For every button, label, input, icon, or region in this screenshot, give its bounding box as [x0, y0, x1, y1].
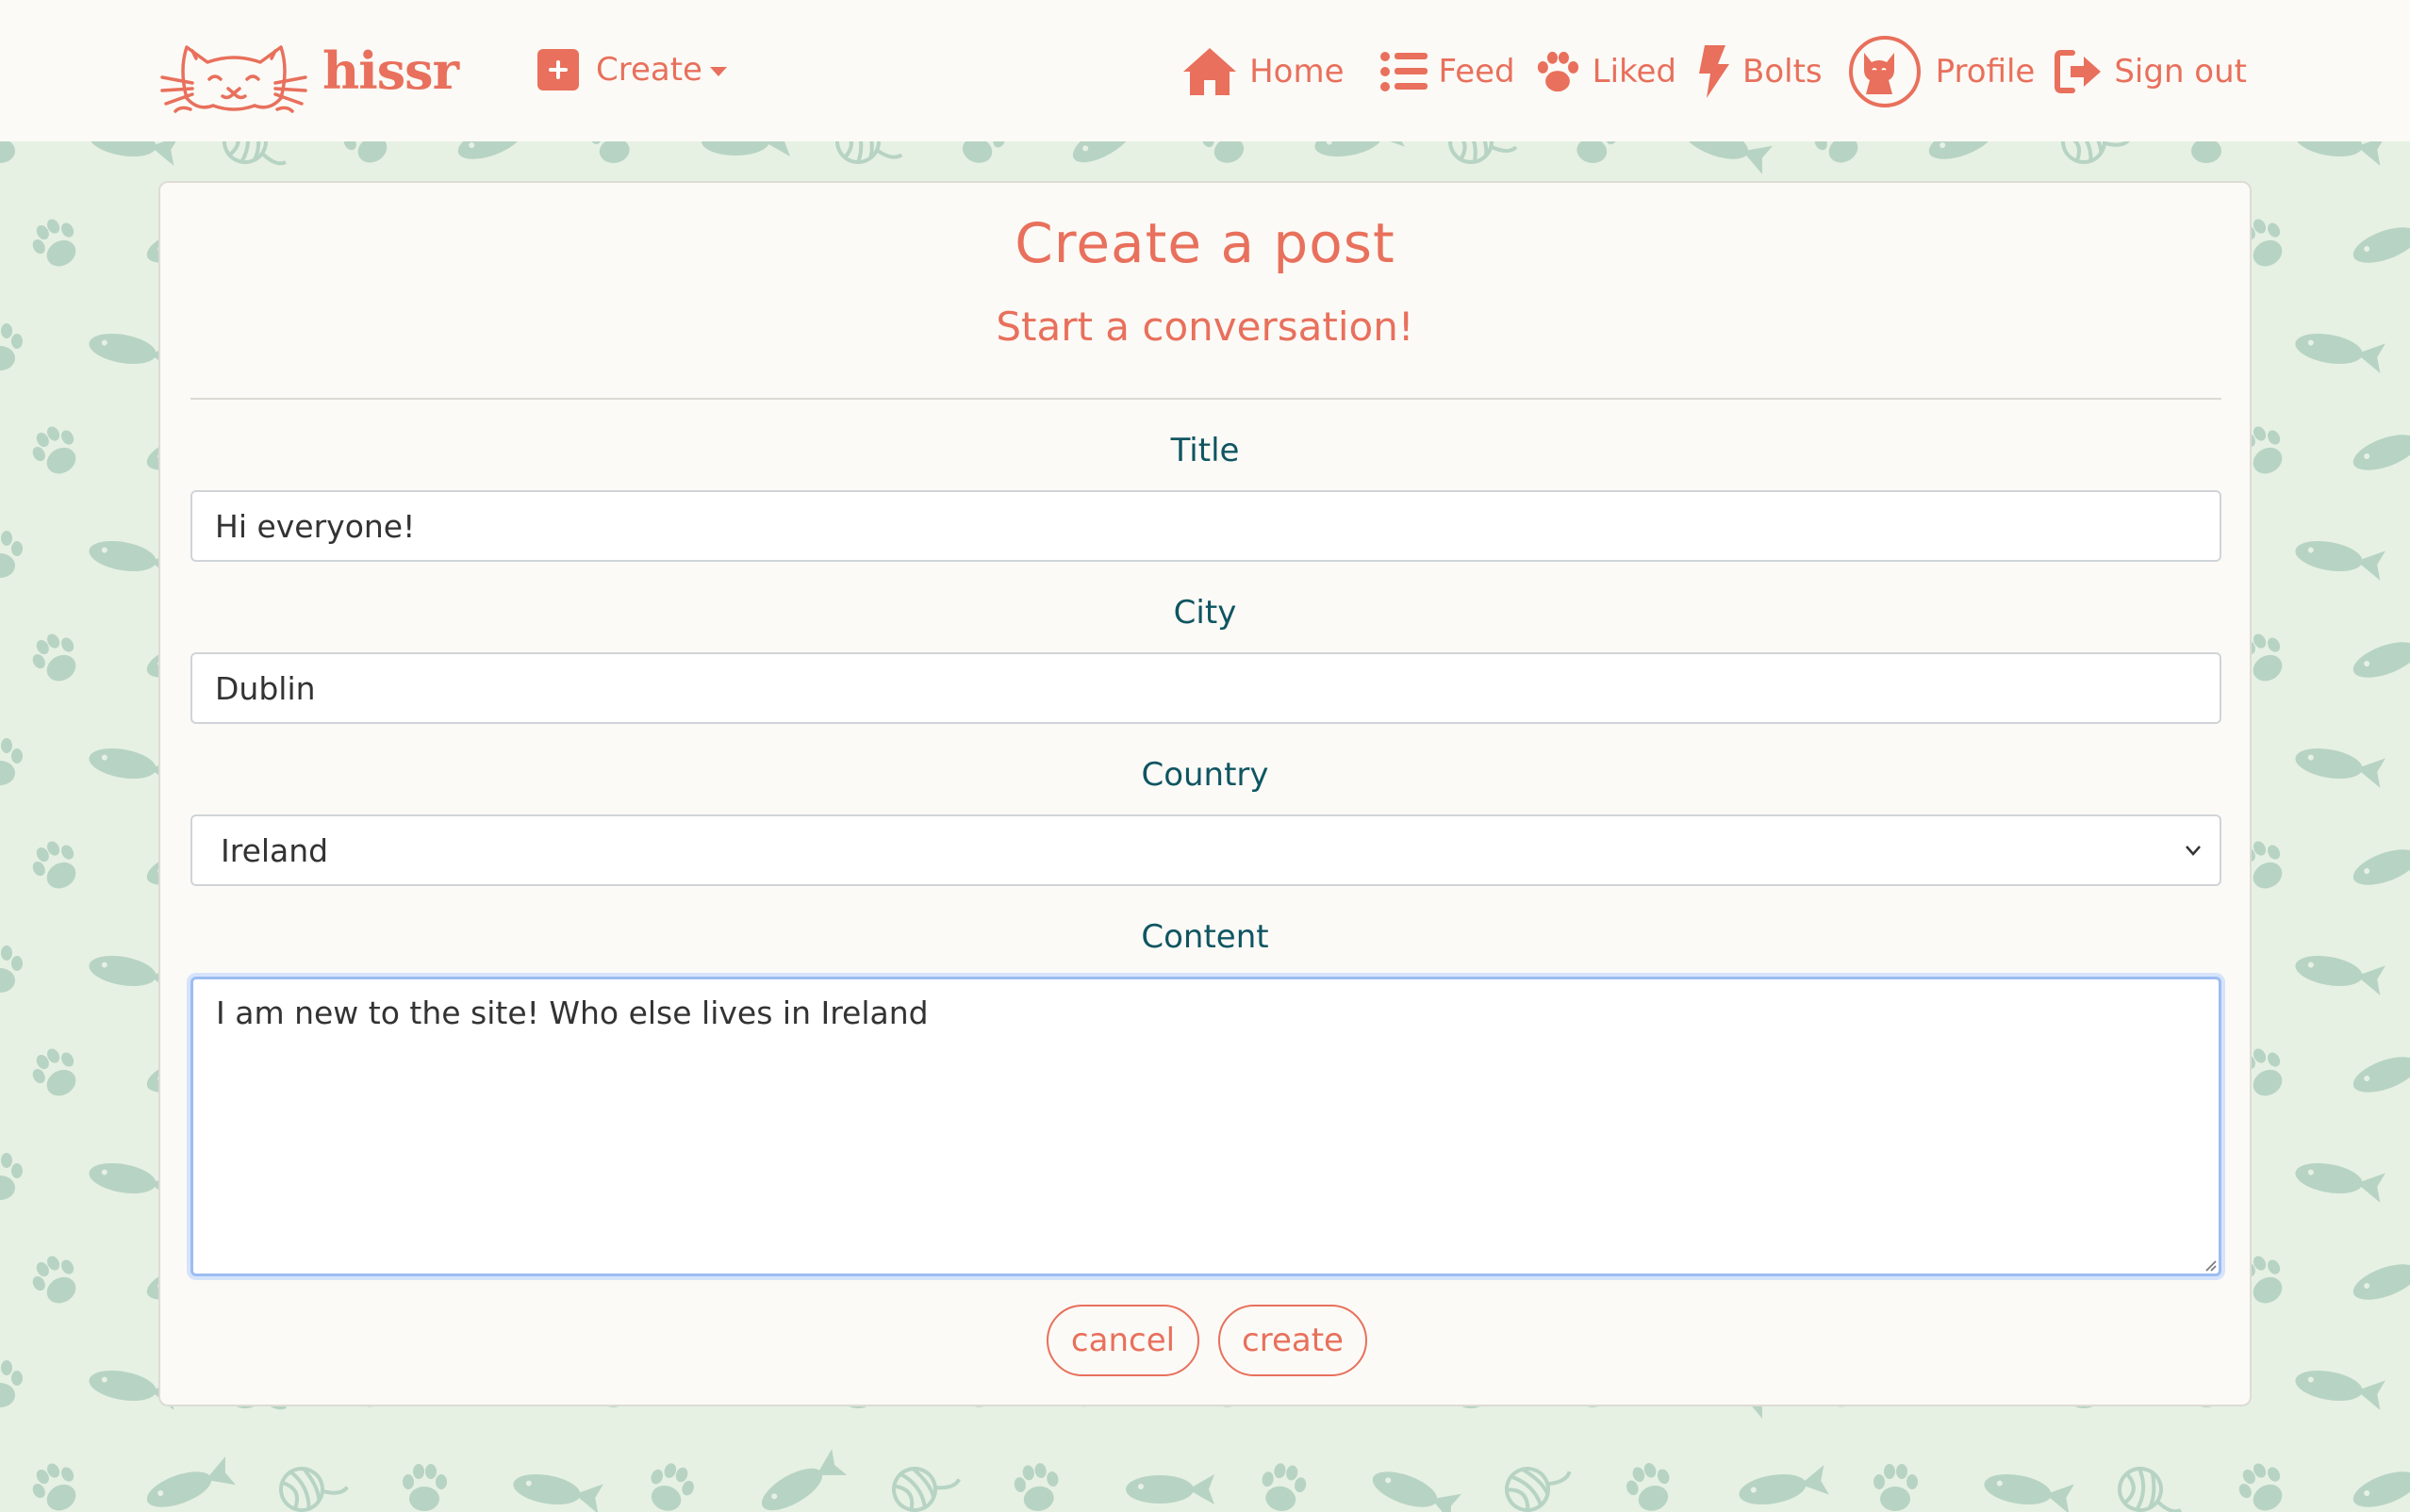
profile-avatar: [1848, 36, 1921, 107]
background-fish-motif: [141, 1456, 236, 1512]
background-fish-motif: [2292, 327, 2385, 373]
country-label: Country: [1141, 756, 1269, 794]
create-dropdown[interactable]: Create: [537, 43, 727, 96]
nav-feed-label: Feed: [1438, 53, 1515, 90]
nav-home-label: Home: [1249, 53, 1345, 90]
background-yarn-motif: [2111, 1460, 2192, 1512]
background-paw-motif: [1621, 1457, 1679, 1512]
background-paw-motif: [1011, 1460, 1064, 1512]
background-paw-motif: [25, 1041, 88, 1105]
country-select[interactable]: Ireland: [190, 814, 2221, 886]
background-yarn-motif: [1496, 1446, 1579, 1512]
nav-home[interactable]: Home: [1181, 46, 1345, 97]
nav-bolts-label: Bolts: [1742, 53, 1823, 90]
resize-grip-icon[interactable]: [2203, 1257, 2218, 1273]
background-fish-motif: [2348, 1456, 2410, 1512]
background-paw-motif: [25, 833, 88, 897]
nav-liked-label: Liked: [1592, 53, 1676, 90]
nav-sign-out-label: Sign out: [2114, 53, 2247, 90]
background-fish-motif: [2348, 627, 2410, 686]
country-select-value: Ireland: [221, 831, 329, 869]
caret-down-icon: [709, 67, 727, 76]
create-button[interactable]: create: [1218, 1305, 1367, 1376]
create-post-card: Create a post Start a conversation! Titl…: [158, 181, 2252, 1406]
background-paw-motif: [0, 531, 23, 578]
background-fish-motif: [2292, 1157, 2385, 1203]
title-input[interactable]: [190, 490, 2221, 562]
content-label: Content: [1141, 918, 1269, 956]
city-label: City: [1173, 594, 1237, 632]
background-paw-motif: [25, 626, 88, 690]
content-textarea[interactable]: I am new to the site! Who else lives in …: [190, 977, 2221, 1276]
nav-sign-out[interactable]: Sign out: [2054, 49, 2247, 94]
cat-avatar-icon: [1863, 53, 1894, 94]
background-paw-motif: [2231, 1455, 2294, 1512]
background-paw-motif: [1874, 1464, 1918, 1511]
background-paw-motif: [25, 1248, 88, 1312]
bolt-icon: [1699, 45, 1729, 98]
background-paw-motif: [25, 1455, 88, 1512]
divider: [190, 398, 2221, 400]
background-fish-motif: [2348, 1042, 2410, 1101]
background-paw-motif: [0, 945, 23, 993]
background-fish-motif: [2348, 1249, 2410, 1308]
nav-feed[interactable]: Feed: [1379, 51, 1515, 92]
list-icon: [1379, 52, 1428, 91]
background-paw-motif: [0, 323, 23, 370]
background-paw-motif: [0, 1360, 23, 1407]
background-paw-motif: [403, 1464, 447, 1511]
page-subtitle: Start a conversation!: [996, 304, 1414, 350]
background-paw-motif: [25, 419, 88, 483]
cat-face-logo-icon: [160, 45, 307, 113]
background-fish-motif: [1981, 1468, 2074, 1512]
background-fish-motif: [2292, 1364, 2385, 1410]
paw-icon: [1537, 51, 1578, 92]
page-title: Create a post: [1015, 211, 1395, 275]
background-yarn-motif: [885, 1452, 966, 1512]
background-fish-motif: [2292, 949, 2385, 995]
background-yarn-motif: [275, 1458, 353, 1512]
nav-bolts[interactable]: Bolts: [1695, 45, 1823, 98]
city-input[interactable]: [190, 652, 2221, 724]
background-fish-motif: [754, 1449, 848, 1512]
background-fish-motif: [2348, 834, 2410, 894]
plus-square-icon: [537, 49, 579, 90]
nav-profile-label: Profile: [1935, 53, 2036, 90]
background-paw-motif: [25, 211, 88, 275]
background-fish-motif: [510, 1468, 603, 1512]
brand-name: hissr: [322, 41, 459, 101]
title-label: Title: [1170, 432, 1240, 469]
background-fish-motif: [2348, 419, 2410, 479]
background-paw-motif: [1257, 1460, 1310, 1512]
background-fish-motif: [1126, 1474, 1214, 1504]
background-paw-motif: [0, 1153, 23, 1200]
background-fish-motif: [1367, 1463, 1461, 1512]
nav-profile[interactable]: Profile: [1848, 36, 2036, 107]
cancel-button[interactable]: cancel: [1047, 1305, 1199, 1376]
background-fish-motif: [2348, 212, 2410, 271]
navbar: hissr Create Home Feed Liked Bolts Profi…: [0, 0, 2410, 141]
background-paw-motif: [0, 738, 23, 785]
nav-links: Home Feed Liked Bolts Profile Sign out: [1181, 26, 2247, 117]
home-icon: [1183, 48, 1237, 95]
chevron-down-icon: [2186, 846, 2201, 856]
background-paw-motif: [641, 1457, 700, 1512]
background-fish-motif: [1736, 1465, 1829, 1511]
background-fish-motif: [2292, 742, 2385, 788]
brand-logo[interactable]: hissr: [158, 25, 459, 117]
sign-out-icon: [2055, 50, 2102, 93]
nav-liked[interactable]: Liked: [1534, 50, 1676, 93]
background-fish-motif: [2292, 534, 2385, 581]
create-dropdown-label: Create: [596, 51, 702, 89]
